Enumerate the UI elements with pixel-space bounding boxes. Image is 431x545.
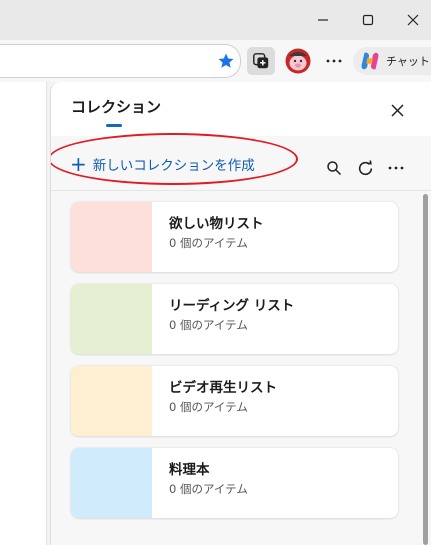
collection-thumbnail bbox=[71, 366, 152, 436]
copilot-icon bbox=[361, 52, 379, 70]
favorite-button[interactable] bbox=[214, 50, 238, 72]
collection-card[interactable]: 欲しい物リスト 0 個のアイテム bbox=[71, 202, 398, 272]
copilot-chat-button[interactable]: チャット bbox=[353, 47, 431, 75]
collection-thumbnail bbox=[71, 284, 152, 354]
close-window-button[interactable] bbox=[390, 0, 431, 40]
collection-card[interactable]: 料理本 0 個のアイテム bbox=[71, 448, 398, 518]
collections-button[interactable] bbox=[247, 47, 275, 75]
search-button[interactable] bbox=[320, 154, 348, 182]
maximize-button[interactable] bbox=[345, 0, 391, 40]
collection-card[interactable]: リーディング リスト 0 個のアイテム bbox=[71, 284, 398, 354]
panel-scrollbar[interactable] bbox=[423, 194, 428, 545]
profile-button[interactable] bbox=[284, 47, 312, 75]
collection-item-count: 0 個のアイテム bbox=[169, 400, 248, 414]
minimize-button[interactable] bbox=[300, 0, 346, 40]
collection-title: ビデオ再生リスト bbox=[169, 380, 277, 396]
more-icon bbox=[388, 166, 404, 170]
collections-icon bbox=[253, 53, 269, 69]
minimize-icon bbox=[318, 19, 328, 21]
close-icon bbox=[390, 103, 404, 117]
collection-thumbnail bbox=[71, 448, 152, 518]
panel-title: コレクション bbox=[71, 98, 162, 116]
title-bar bbox=[0, 0, 431, 40]
collection-thumbnail bbox=[71, 202, 152, 272]
new-collection-label: 新しいコレクションを作成 bbox=[92, 158, 255, 174]
profile-avatar-icon bbox=[285, 48, 311, 74]
plus-icon: + bbox=[70, 152, 87, 176]
refresh-icon bbox=[358, 159, 372, 175]
collection-item-count: 0 個のアイテム bbox=[169, 318, 248, 332]
refresh-button[interactable] bbox=[351, 154, 379, 182]
collection-title: 料理本 bbox=[169, 462, 210, 478]
favorite-star-icon bbox=[218, 53, 234, 68]
collections-panel: コレクション + 新しいコレクションを作成 欲しい物リスト 0 個のアイテム リ… bbox=[50, 82, 431, 545]
page-content-area bbox=[0, 82, 47, 545]
collection-title: リーディング リスト bbox=[169, 298, 295, 314]
close-panel-button[interactable] bbox=[383, 96, 411, 124]
new-collection-button[interactable]: + 新しいコレクションを作成 bbox=[70, 154, 255, 174]
collection-item-count: 0 個のアイテム bbox=[169, 236, 248, 250]
collection-title: 欲しい物リスト bbox=[169, 216, 264, 232]
title-underline bbox=[106, 124, 122, 127]
maximize-icon bbox=[362, 14, 374, 26]
copilot-label: チャット bbox=[386, 55, 430, 68]
search-icon bbox=[327, 161, 342, 176]
panel-header: コレクション bbox=[51, 82, 431, 136]
more-icon bbox=[326, 59, 342, 63]
panel-more-button[interactable] bbox=[382, 154, 410, 182]
collection-card[interactable]: ビデオ再生リスト 0 個のアイテム bbox=[71, 366, 398, 436]
more-options-button[interactable] bbox=[322, 47, 346, 75]
close-icon bbox=[407, 14, 419, 26]
collection-item-count: 0 個のアイテム bbox=[169, 482, 248, 496]
address-bar[interactable] bbox=[0, 44, 241, 78]
